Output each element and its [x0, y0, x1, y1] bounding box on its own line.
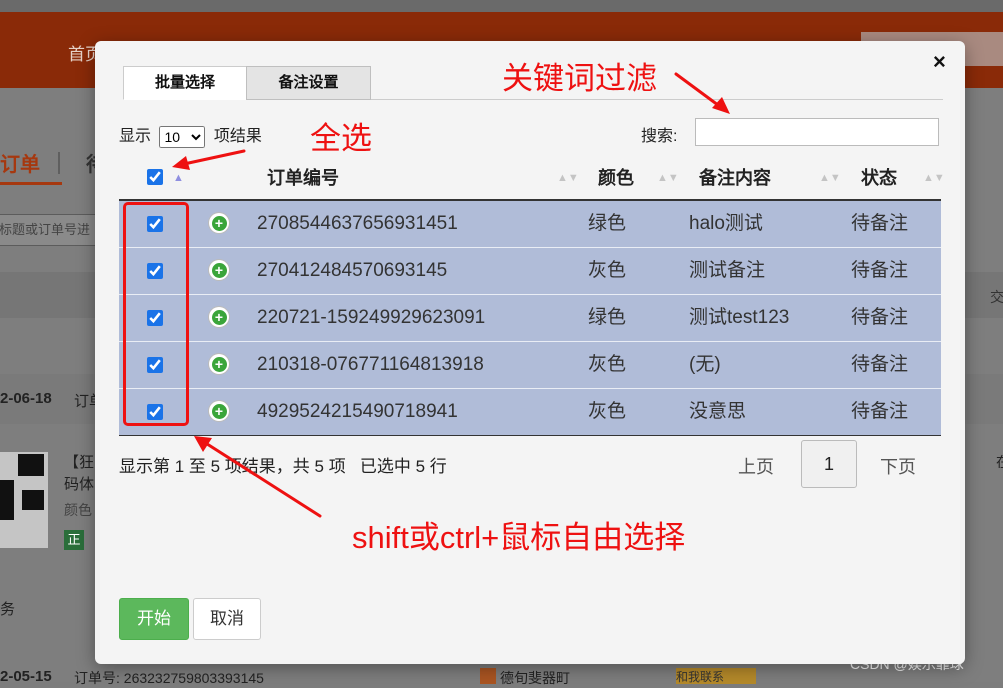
expand-plus-icon[interactable]: +	[209, 260, 229, 280]
cell-note: halo测试	[689, 213, 763, 234]
page-length-control: 显示 10 25 50 100 项结果	[119, 122, 262, 148]
annotation-select-all: 全选	[310, 121, 372, 156]
order-number-2: 订单号: 263232759803393145	[74, 670, 264, 686]
tab-orders-underline	[0, 182, 62, 185]
expand-plus-icon[interactable]: +	[209, 354, 229, 374]
cancel-button[interactable]: 取消	[193, 598, 261, 640]
cell-order-number: 270412484570693145	[257, 260, 448, 281]
cell-note: (无)	[689, 354, 721, 375]
product-image-shirt	[18, 454, 44, 476]
tab-note-settings[interactable]: 备注设置	[246, 66, 371, 100]
product-color: 颜色	[64, 502, 92, 518]
cell-note: 测试备注	[689, 260, 766, 281]
sort-icon[interactable]: ▲▼	[923, 157, 945, 199]
cell-note: 没意思	[689, 401, 747, 422]
table-info: 显示第 1 至 5 项结果，共 5 项 已选中 5 行	[119, 457, 447, 476]
product-title-line1: 【狂	[64, 454, 95, 471]
cell-note: 测试test123	[689, 307, 790, 328]
sort-icon[interactable]: ▲▼	[557, 157, 579, 199]
annotation-free-select: shift或ctrl+鼠标自由选择	[352, 520, 686, 555]
expand-plus-icon[interactable]: +	[209, 401, 229, 421]
search-label: 搜索:	[641, 128, 678, 145]
cell-order-number: 4929524215490718941	[257, 401, 458, 422]
tab-batch-select[interactable]: 批量选择	[123, 66, 247, 100]
batch-select-dialog: × 批量选择 备注设置 显示 10 25 50 100 项结果 搜索: ▲ 订单…	[95, 41, 965, 664]
cell-color: 绿色	[588, 307, 627, 328]
cell-status: 待备注	[851, 260, 909, 281]
table-header: ▲ 订单编号 ▲▼ 颜色 ▲▼ 备注内容 ▲▼ 状态 ▲▼	[119, 157, 945, 199]
genuine-badge: 正	[64, 530, 84, 550]
select-all-checkbox[interactable]	[147, 169, 163, 185]
shop-name-text: 德旬斐器町	[500, 670, 570, 686]
product-title-line2: 码体	[64, 476, 95, 493]
expand-plus-icon[interactable]: +	[209, 213, 229, 233]
cell-status: 待备注	[851, 354, 909, 375]
table-row[interactable]: + 270412484570693145 灰色 测试备注 待备注	[119, 248, 941, 295]
column-order-number[interactable]: 订单编号	[267, 157, 339, 199]
order-date: 2-06-18	[0, 390, 52, 407]
cell-order-number: 220721-159249929623091	[257, 307, 486, 328]
table-row[interactable]: + 220721-159249929623091 绿色 测试test123 待备…	[119, 295, 941, 342]
cell-order-number: 2708544637656931451	[257, 213, 458, 234]
pager-prev-button[interactable]: 上页	[738, 453, 774, 479]
order-date-2: 2-05-15	[0, 668, 52, 685]
table-row[interactable]: + 2708544637656931451 绿色 halo测试 待备注	[119, 201, 941, 248]
cell-status: 待备注	[851, 307, 909, 328]
page-length-select[interactable]: 10 25 50 100	[159, 125, 206, 148]
product-title: 【狂 码体	[64, 452, 94, 496]
cell-status: 待备注	[851, 213, 909, 234]
right-edge-text: 在	[996, 452, 1003, 472]
cell-color: 绿色	[588, 213, 627, 234]
annotation-highlight-box	[123, 202, 189, 426]
cell-status: 待备注	[851, 401, 909, 422]
cell-color: 灰色	[588, 354, 627, 375]
band-right-label: 交	[990, 289, 1003, 305]
length-prefix: 显示	[119, 128, 152, 145]
column-color[interactable]: 颜色	[598, 157, 634, 199]
pager-next-button[interactable]: 下页	[880, 453, 916, 479]
search-input[interactable]	[695, 118, 939, 146]
start-button[interactable]: 开始	[119, 598, 189, 640]
cell-color: 灰色	[588, 260, 627, 281]
sort-asc-icon[interactable]: ▲	[173, 157, 184, 199]
order-search-input[interactable]: 标题或订单号进	[0, 214, 96, 246]
tab-separator	[58, 152, 60, 174]
annotation-keyword-filter: 关键词过滤	[502, 61, 657, 96]
product-image-shirt-3	[0, 480, 14, 520]
product-image-shirt-2	[22, 490, 44, 510]
sort-icon[interactable]: ▲▼	[657, 157, 679, 199]
column-note[interactable]: 备注内容	[699, 157, 771, 199]
table-row[interactable]: + 4929524215490718941 灰色 没意思 待备注	[119, 389, 941, 436]
tab-orders[interactable]: 订单	[0, 148, 40, 177]
browser-top-strip	[0, 0, 1003, 12]
shop-name[interactable]: 德旬斐器町	[480, 668, 570, 688]
column-status[interactable]: 状态	[861, 157, 897, 199]
table-row[interactable]: + 210318-076771164813918 灰色 (无) 待备注	[119, 342, 941, 389]
cell-order-number: 210318-076771164813918	[257, 354, 484, 375]
expand-plus-icon[interactable]: +	[209, 307, 229, 327]
pager-page-1[interactable]: 1	[801, 440, 857, 488]
service-label: 务	[0, 601, 16, 618]
cell-color: 灰色	[588, 401, 627, 422]
sort-icon[interactable]: ▲▼	[819, 157, 841, 199]
table-body: + 2708544637656931451 绿色 halo测试 待备注 + 27…	[119, 199, 941, 436]
length-suffix: 项结果	[213, 128, 262, 145]
